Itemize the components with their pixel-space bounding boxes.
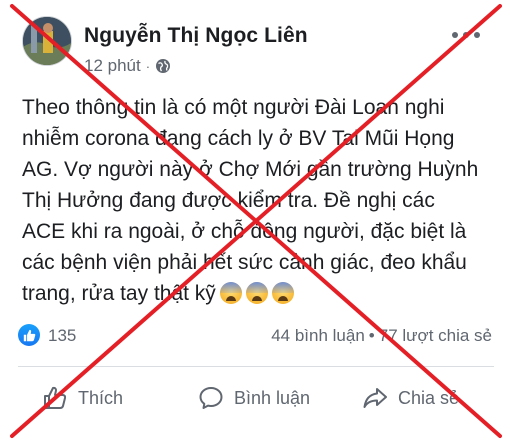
post-body-line: các bệnh viện phải hết sức cảnh giác, đe… [22, 251, 467, 274]
thumbs-up-outline-icon [44, 386, 67, 409]
fearful-face-emoji [245, 282, 268, 304]
post-header: Nguyễn Thị Ngọc Liên 12 phút · [18, 14, 500, 84]
avatar-image [23, 17, 71, 65]
comment-bubble-icon [199, 387, 223, 409]
post-stats: 135 44 bình luận • 77 lượt chia sẻ [18, 322, 498, 352]
thumbs-up-icon [23, 329, 35, 341]
facebook-post: Nguyễn Thị Ngọc Liên 12 phút · Theo thôn… [0, 0, 510, 440]
post-meta: 12 phút · [84, 56, 171, 76]
like-reaction-icon[interactable] [18, 324, 40, 346]
author-avatar[interactable] [22, 16, 72, 66]
post-body-line: Theo thông tin là có một người Đài Loan … [22, 96, 445, 119]
meta-separator: · [145, 58, 151, 74]
comment-count[interactable]: 44 bình luận [271, 326, 365, 345]
post-body-line: nhiễm corona đang cách ly ở BV Tai Mũi H… [22, 127, 455, 150]
post-body-line: Thị Hưởng đang được kiểm tra. Đề nghị cá… [22, 189, 435, 212]
post-actions: Thích Bình luận Chia sẻ [0, 380, 510, 420]
fearful-face-emoji [219, 282, 242, 304]
share-button[interactable]: Chia sẻ [362, 380, 459, 416]
stats-separator: • [368, 326, 375, 345]
share-arrow-icon [363, 388, 387, 408]
post-body-line: AG. Vợ người này ở Chợ Mới gần trường Hu… [22, 158, 479, 181]
post-body-last-line: trang, rửa tay thật kỹ [22, 278, 502, 309]
comment-button[interactable]: Bình luận [198, 380, 310, 416]
share-label: Chia sẻ [398, 387, 460, 408]
share-count[interactable]: 77 lượt chia sẻ [379, 326, 492, 345]
like-label: Thích [78, 387, 124, 408]
comment-label: Bình luận [234, 387, 311, 408]
like-button[interactable]: Thích [42, 380, 123, 416]
fearful-face-emoji [271, 282, 294, 304]
globe-icon[interactable] [155, 58, 171, 74]
post-body-line: trang, rửa tay thật kỹ [22, 282, 216, 305]
post-body-line: ACE khi ra ngoài, ở chỗ đông người, đặc … [22, 220, 467, 243]
like-count[interactable]: 135 [48, 326, 76, 346]
author-name[interactable]: Nguyễn Thị Ngọc Liên [84, 24, 308, 48]
divider [18, 366, 494, 367]
more-options-icon[interactable] [452, 30, 480, 40]
post-body: Theo thông tin là có một người Đài Loan … [22, 92, 502, 309]
post-time[interactable]: 12 phút [84, 56, 141, 76]
comments-shares: 44 bình luận • 77 lượt chia sẻ [271, 326, 492, 346]
